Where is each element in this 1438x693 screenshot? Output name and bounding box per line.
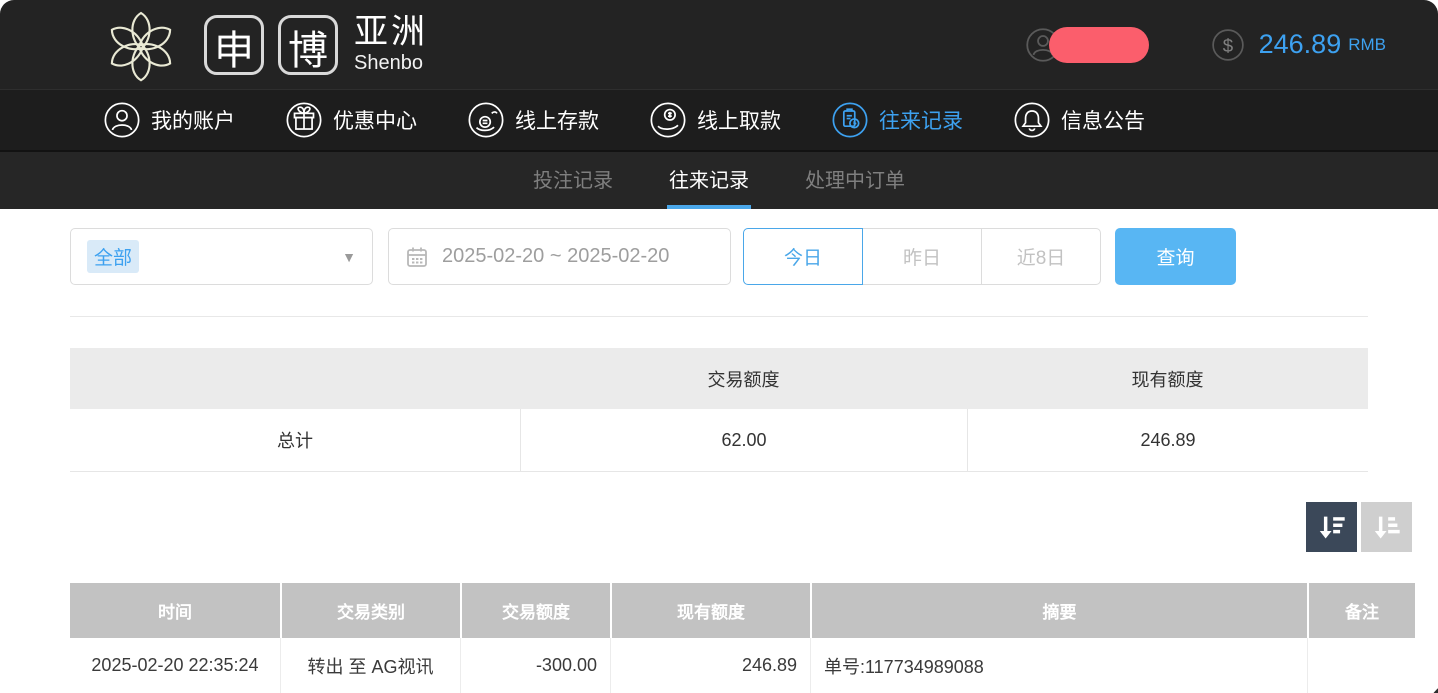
col-header-balance: 现有额度 (610, 583, 810, 638)
summary-transaction-amount: 62.00 (520, 409, 967, 471)
records-icon (831, 101, 869, 139)
tab-betting-records[interactable]: 投注记录 (531, 152, 615, 209)
date-range-value: 2025-02-20 ~ 2025-02-20 (442, 245, 669, 268)
col-header-type: 交易类别 (280, 583, 460, 638)
nav-item-deposit[interactable]: 线上存款 (467, 101, 599, 139)
calendar-icon (405, 245, 429, 269)
nav-label: 线上存款 (515, 105, 599, 135)
nav-item-withdraw[interactable]: 线上取款 (649, 101, 781, 139)
nav-item-transaction-records[interactable]: 往来记录 (831, 101, 963, 139)
username-redacted-badge[interactable] (1049, 27, 1149, 63)
logo-subtitle: Shenbo (354, 53, 428, 74)
sort-ascending-button[interactable] (1361, 502, 1412, 552)
bell-icon (1013, 101, 1051, 139)
nav-item-promotions[interactable]: 优惠中心 (285, 101, 417, 139)
col-header-summary: 摘要 (810, 583, 1307, 638)
summary-header-current-balance: 现有额度 (967, 366, 1368, 392)
row-note (1307, 638, 1415, 693)
page: 申 博 亚洲 Shenbo $ 246.89 (0, 0, 1438, 693)
balance-currency: RMB (1348, 35, 1386, 55)
gift-icon (285, 101, 323, 139)
nav-label: 我的账户 (151, 105, 235, 135)
deposit-icon (467, 101, 505, 139)
chevron-down-icon: ▼ (342, 249, 356, 265)
nav-item-announcements[interactable]: 信息公告 (1013, 101, 1145, 139)
filter-bar: 全部 ▼ 2025-02-20 ~ 2025-02-20 今日 昨日 近8日 查… (0, 209, 1438, 285)
summary-total-label: 总计 (70, 409, 520, 471)
logo-region: 亚洲 Shenbo (354, 15, 428, 74)
balance[interactable]: $ 246.89 RMB (1211, 28, 1386, 62)
row-time: 2025-02-20 22:35:24 (70, 638, 280, 693)
row-type: 转出 至 AG视讯 (280, 638, 460, 693)
type-select-value: 全部 (87, 240, 139, 273)
yesterday-button[interactable]: 昨日 (862, 228, 982, 285)
summary-table: 交易额度 现有额度 总计 62.00 246.89 (70, 348, 1368, 472)
search-button[interactable]: 查询 (1115, 228, 1236, 285)
records-table: 时间 交易类别 交易额度 现有额度 摘要 备注 2025-02-20 22:35… (70, 583, 1415, 693)
main-nav: 我的账户 优惠中心 线上存款 (0, 90, 1438, 152)
quick-date-buttons: 今日 昨日 近8日 (743, 228, 1101, 285)
nav-label: 线上取款 (697, 105, 781, 135)
sort-controls (0, 502, 1412, 552)
col-header-note: 备注 (1307, 583, 1415, 638)
summary-current-balance: 246.89 (967, 409, 1368, 471)
dollar-icon: $ (1211, 28, 1245, 62)
table-row: 2025-02-20 22:35:24 转出 至 AG视讯 -300.00 24… (70, 638, 1415, 693)
logo-char-shen: 申 (204, 15, 264, 75)
col-header-amount: 交易额度 (460, 583, 610, 638)
nav-item-my-account[interactable]: 我的账户 (103, 101, 235, 139)
summary-header-transaction-amount: 交易额度 (520, 366, 967, 392)
last-8-days-button[interactable]: 近8日 (981, 228, 1101, 285)
records-table-header: 时间 交易类别 交易额度 现有额度 摘要 备注 (70, 583, 1415, 638)
nav-label: 优惠中心 (333, 105, 417, 135)
nav-label: 信息公告 (1061, 105, 1145, 135)
section-divider (70, 316, 1368, 317)
row-summary: 单号:117734989088 (810, 638, 1307, 693)
withdraw-icon (649, 101, 687, 139)
row-amount: -300.00 (460, 638, 610, 693)
logo-region-text: 亚洲 (354, 15, 428, 51)
logo-char-bo: 博 (278, 15, 338, 75)
user-icon (103, 101, 141, 139)
date-range-input[interactable]: 2025-02-20 ~ 2025-02-20 (388, 228, 731, 285)
tab-processing-orders[interactable]: 处理中订单 (803, 152, 907, 209)
summary-table-header: 交易额度 现有额度 (70, 348, 1368, 409)
back-to-top-button[interactable] (1427, 681, 1438, 693)
top-header: 申 博 亚洲 Shenbo $ 246.89 (0, 0, 1438, 90)
sort-descending-button[interactable] (1306, 502, 1357, 552)
svg-text:$: $ (1222, 34, 1233, 55)
flower-logo-icon (98, 4, 184, 86)
balance-amount: 246.89 (1259, 29, 1342, 60)
row-balance: 246.89 (610, 638, 810, 693)
tab-transaction-records[interactable]: 往来记录 (667, 152, 751, 209)
summary-total-row: 总计 62.00 246.89 (70, 409, 1368, 472)
sort-ascending-icon (1372, 512, 1402, 542)
sub-nav: 投注记录 往来记录 处理中订单 (0, 152, 1438, 209)
brand-logo[interactable]: 申 博 亚洲 Shenbo (98, 4, 428, 86)
type-select[interactable]: 全部 ▼ (70, 228, 373, 285)
sort-descending-icon (1317, 512, 1347, 542)
header-account-area: $ 246.89 RMB (1025, 27, 1386, 63)
today-button[interactable]: 今日 (743, 228, 863, 285)
col-header-time: 时间 (70, 583, 280, 638)
nav-label: 往来记录 (879, 105, 963, 135)
